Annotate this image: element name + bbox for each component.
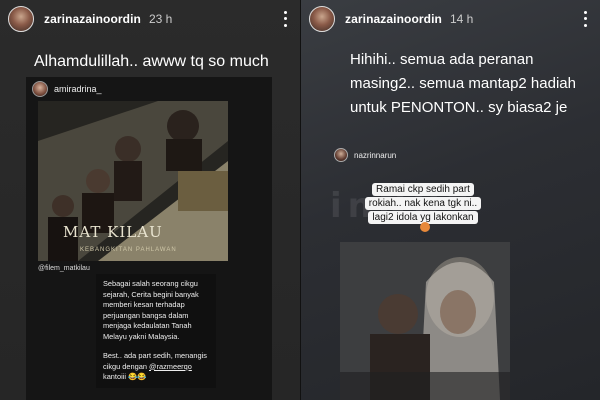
avatar[interactable] [8,6,34,32]
more-options-button[interactable] [278,9,292,29]
shared-post-photo[interactable] [340,242,510,400]
shared-post[interactable]: amiradrina_ MAT KILAU KEBANGKITAN PAHLAW… [26,77,272,400]
dot-icon [283,17,287,21]
poster-subtitle: KEBANGKITAN PAHLAWAN [80,247,177,253]
text-sticker-line: Ramai ckp sedih part [355,183,491,196]
avatar[interactable] [309,6,335,32]
story-caption: Alhamdulillah.. awww tq so much [34,53,269,70]
username[interactable]: zarinazainoordin [345,12,442,26]
comment-paragraph: Best.. ada part sedih, menangis cikgu de… [103,351,209,383]
story-caption: Hihihi.. semua ada peranan masing2.. sem… [350,51,576,116]
shared-post-username[interactable]: nazrinnarun [354,151,396,160]
sticker-text: rokiah.. nak kena tgk ni.. [364,197,482,210]
movie-poster-image: MAT KILAU KEBANGKITAN PAHLAWAN [38,101,228,261]
sticker-text: Ramai ckp sedih part [372,183,474,196]
timestamp: 14 h [449,12,474,26]
more-options-button[interactable] [578,9,592,29]
story-panel-left: zarinazainoordin 23 h Alhamdulillah.. aw… [0,0,300,400]
story-header: zarinazainoordin 23 h [8,6,292,32]
shared-post-header: nazrinnarun [334,148,396,162]
dot-icon [283,24,287,28]
film-handle-mention[interactable]: @filem_matkilau [38,265,90,272]
dot-icon [283,10,287,14]
photo-artwork [340,242,510,400]
comment-text: kantoiii 😂😂 [103,372,147,381]
crying-emoji-icon [420,222,430,232]
story-header: zarinazainoordin 14 h [309,6,592,32]
shared-post-header: amiradrina_ [26,77,272,101]
username[interactable]: zarinazainoordin [44,12,141,26]
movie-poster-wrapper: MAT KILAU KEBANGKITAN PAHLAWAN [26,101,272,266]
dot-icon [583,24,587,28]
text-sticker-line: rokiah.. nak kena tgk ni.. [355,197,491,210]
avatar[interactable] [334,148,348,162]
comment-text-box: Sebagai salah seorang cikgu sejarah, Cer… [96,274,216,388]
dot-icon [583,17,587,21]
poster-title: MAT KILAU [63,223,163,241]
user-mention-link[interactable]: @razmeerqo [149,362,192,371]
comment-paragraph: Sebagai salah seorang cikgu sejarah, Cer… [103,279,199,341]
dot-icon [583,10,587,14]
shared-post-username[interactable]: amiradrina_ [54,84,102,94]
timestamp: 23 h [148,12,173,26]
avatar[interactable] [32,81,48,97]
